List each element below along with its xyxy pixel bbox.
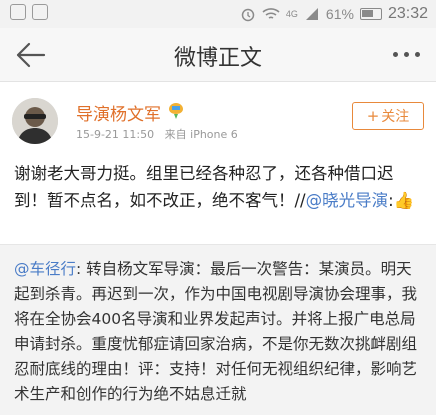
plus-icon: +	[366, 107, 380, 125]
thumbs-up-icon: 👍	[393, 191, 415, 210]
network-type: 4G	[285, 9, 298, 19]
avatar[interactable]	[12, 98, 58, 144]
reposted-content[interactable]: @车径行: 转自杨文军导演：最后一次警告：某演员。明天起到杀青。再迟到一次，作为…	[0, 244, 436, 415]
follow-button[interactable]: + 关注	[352, 102, 424, 130]
more-dots-icon	[393, 52, 398, 57]
post-source: 来自 iPhone 6	[164, 128, 238, 141]
repost-body: : 转自杨文军导演：最后一次警告：某演员。明天起到杀青。再迟到一次，作为中国电视…	[14, 260, 418, 403]
vip-badge-icon	[169, 103, 183, 119]
avatar-image	[12, 98, 58, 144]
status-bar: 4G 61% 23:32	[0, 0, 436, 28]
post-content: 谢谢老大哥力挺。组里已经各种忍了，还各种借口迟到！暂不点名，如不改正，绝不客气！…	[14, 160, 424, 214]
alarm-icon	[241, 8, 255, 22]
repost-mention-link[interactable]: @车径行	[14, 260, 76, 278]
mention-link[interactable]: @晓光导演	[306, 191, 389, 210]
notification-icons	[10, 4, 48, 20]
wifi-icon	[262, 8, 280, 19]
follow-label: 关注	[381, 109, 410, 125]
repost-text: @车径行: 转自杨文军导演：最后一次警告：某演员。明天起到杀青。再迟到一次，作为…	[14, 257, 424, 407]
battery-icon	[359, 8, 382, 20]
navigation-bar: 微博正文	[0, 28, 436, 82]
clock-time: 23:32	[387, 5, 428, 22]
post-meta: 15-9-21 11:50 来自 iPhone 6	[76, 126, 238, 142]
author-name[interactable]: 导演杨文军	[76, 100, 161, 125]
post-date: 15-9-21 11:50	[76, 128, 155, 141]
notification-icon	[10, 4, 26, 20]
page-title: 微博正文	[173, 46, 262, 71]
battery-percent: 61%	[325, 6, 354, 22]
more-button[interactable]	[392, 40, 422, 70]
signal-icon	[305, 8, 318, 20]
image-notification-icon	[32, 4, 48, 20]
status-indicators: 4G 61% 23:32	[240, 4, 428, 24]
weibo-post: 导演杨文军 15-9-21 11:50 来自 iPhone 6 + 关注 谢谢老…	[0, 82, 436, 244]
